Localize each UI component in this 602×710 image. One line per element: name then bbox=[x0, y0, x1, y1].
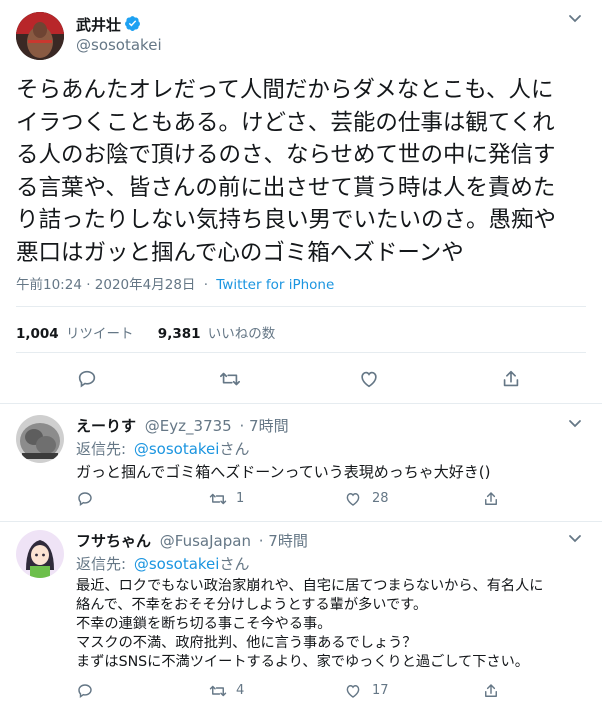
like-count[interactable]: 9,381 bbox=[158, 326, 201, 342]
reply-icon[interactable] bbox=[76, 368, 98, 390]
chevron-down-icon[interactable] bbox=[568, 14, 582, 24]
tweet-timestamp[interactable]: 午前10:24 · 2020年4月28日 bbox=[16, 277, 195, 293]
retweet-icon[interactable] bbox=[208, 490, 228, 508]
share-icon[interactable] bbox=[482, 490, 500, 508]
tweet-text-line: イラつくこともある。けどさ、芸能の仕事は観てくれ bbox=[16, 109, 555, 136]
chevron-down-icon[interactable] bbox=[568, 419, 582, 429]
share-icon[interactable] bbox=[482, 682, 500, 700]
like-label[interactable]: いいねの数 bbox=[208, 326, 276, 342]
tweet-text-line: そらあんたオレだって人間だからダメなとこも、人に bbox=[16, 77, 554, 103]
reply-retweet-count[interactable]: 1 bbox=[236, 491, 244, 506]
reply-text-line: 不幸の連鎖を断ち切る事こそ今やる事。 bbox=[76, 616, 332, 632]
reply-text-line: マスクの不満、政府批判、他に言う事あるでしょう？ bbox=[76, 635, 417, 651]
reply-author-name[interactable]: フサちゃん bbox=[76, 532, 151, 550]
retweet-label[interactable]: リツイート bbox=[66, 326, 134, 342]
reply-author-handle[interactable]: @Eyz_3735 bbox=[145, 417, 232, 435]
author-avatar[interactable] bbox=[16, 12, 64, 60]
replying-to-label: 返信先: bbox=[76, 555, 127, 573]
replying-to-suffix: さん bbox=[219, 440, 250, 458]
meta-separator: · bbox=[203, 277, 208, 293]
reply-text-line: 絡んで、不幸をおそそ分けしようとする輩が多いです。 bbox=[76, 597, 428, 613]
tweet-text-line: り詰ったりしない気持ち良い男でいたいのさ。愚痴や bbox=[16, 207, 557, 233]
tweet-text-line: る言葉や、皆さんの前に出させて貰う時は人を責めた bbox=[16, 174, 556, 201]
reply-author-handle[interactable]: @FusaJapan bbox=[160, 532, 251, 550]
reply-text-line: ガっと掴んでゴミ箱へズドーンっていう表現めっちゃ大好き() bbox=[76, 463, 491, 481]
reply-text-line: まずはSNSに不満ツイートするより、家でゆっくりと過ごして下さい。 bbox=[76, 654, 529, 670]
author-handle[interactable]: @sosotakei bbox=[76, 36, 162, 54]
tweet-text: そらあんたオレだって人間だからダメなとこも、人に イラつくこともある。けどさ、芸… bbox=[16, 74, 591, 269]
reply-text: ガっと掴んでゴミ箱へズドーンっていう表現めっちゃ大好き() bbox=[76, 462, 490, 482]
reply-avatar[interactable] bbox=[16, 415, 64, 463]
chevron-down-icon[interactable] bbox=[568, 534, 582, 544]
replying-to-handle[interactable]: @sosotakei bbox=[134, 555, 220, 573]
reply-text-line: 最近、ロクでもない政治家崩れや、自宅に居てつまらないから、有名人に bbox=[76, 578, 544, 594]
reply-avatar[interactable] bbox=[16, 530, 64, 578]
reply-like-count[interactable]: 17 bbox=[372, 683, 389, 698]
divider bbox=[0, 403, 602, 404]
tweet-source-link[interactable]: Twitter for iPhone bbox=[216, 277, 334, 293]
like-heart-icon[interactable] bbox=[344, 490, 362, 508]
reply-like-count[interactable]: 28 bbox=[372, 491, 389, 506]
replying-to-label: 返信先: bbox=[76, 440, 127, 458]
reply-icon[interactable] bbox=[76, 490, 94, 508]
replying-to-handle[interactable]: @sosotakei bbox=[134, 440, 220, 458]
verified-badge-icon bbox=[124, 15, 141, 32]
divider bbox=[16, 352, 586, 353]
like-heart-icon[interactable] bbox=[344, 682, 362, 700]
retweet-icon[interactable] bbox=[218, 368, 242, 390]
tweet-stats: 1,004 リツイート 9,381 いいねの数 bbox=[16, 322, 275, 342]
tweet-text-line: る人のお陰で頂けるのさ、ならせめて世の中に発信す bbox=[16, 142, 556, 168]
like-heart-icon[interactable] bbox=[358, 368, 380, 390]
retweet-count[interactable]: 1,004 bbox=[16, 326, 59, 342]
reply-author-name[interactable]: えーりす bbox=[76, 417, 136, 435]
reply-retweet-count[interactable]: 4 bbox=[236, 683, 244, 698]
share-icon[interactable] bbox=[500, 368, 522, 390]
reply-text: 最近、ロクでもない政治家崩れや、自宅に居てつまらないから、有名人に 絡んで、不幸… bbox=[76, 577, 543, 672]
author-name[interactable]: 武井壮 bbox=[76, 16, 121, 34]
retweet-icon[interactable] bbox=[208, 682, 228, 700]
reply-time[interactable]: · 7時間 bbox=[239, 417, 288, 435]
tweet-text-line: 悪口はガッと掴んで心のゴミ箱へズドーンや bbox=[16, 239, 464, 266]
replying-to-suffix: さん bbox=[219, 555, 250, 573]
divider bbox=[0, 521, 602, 522]
divider bbox=[16, 306, 586, 307]
reply-time[interactable]: · 7時間 bbox=[259, 532, 308, 550]
reply-icon[interactable] bbox=[76, 682, 94, 700]
